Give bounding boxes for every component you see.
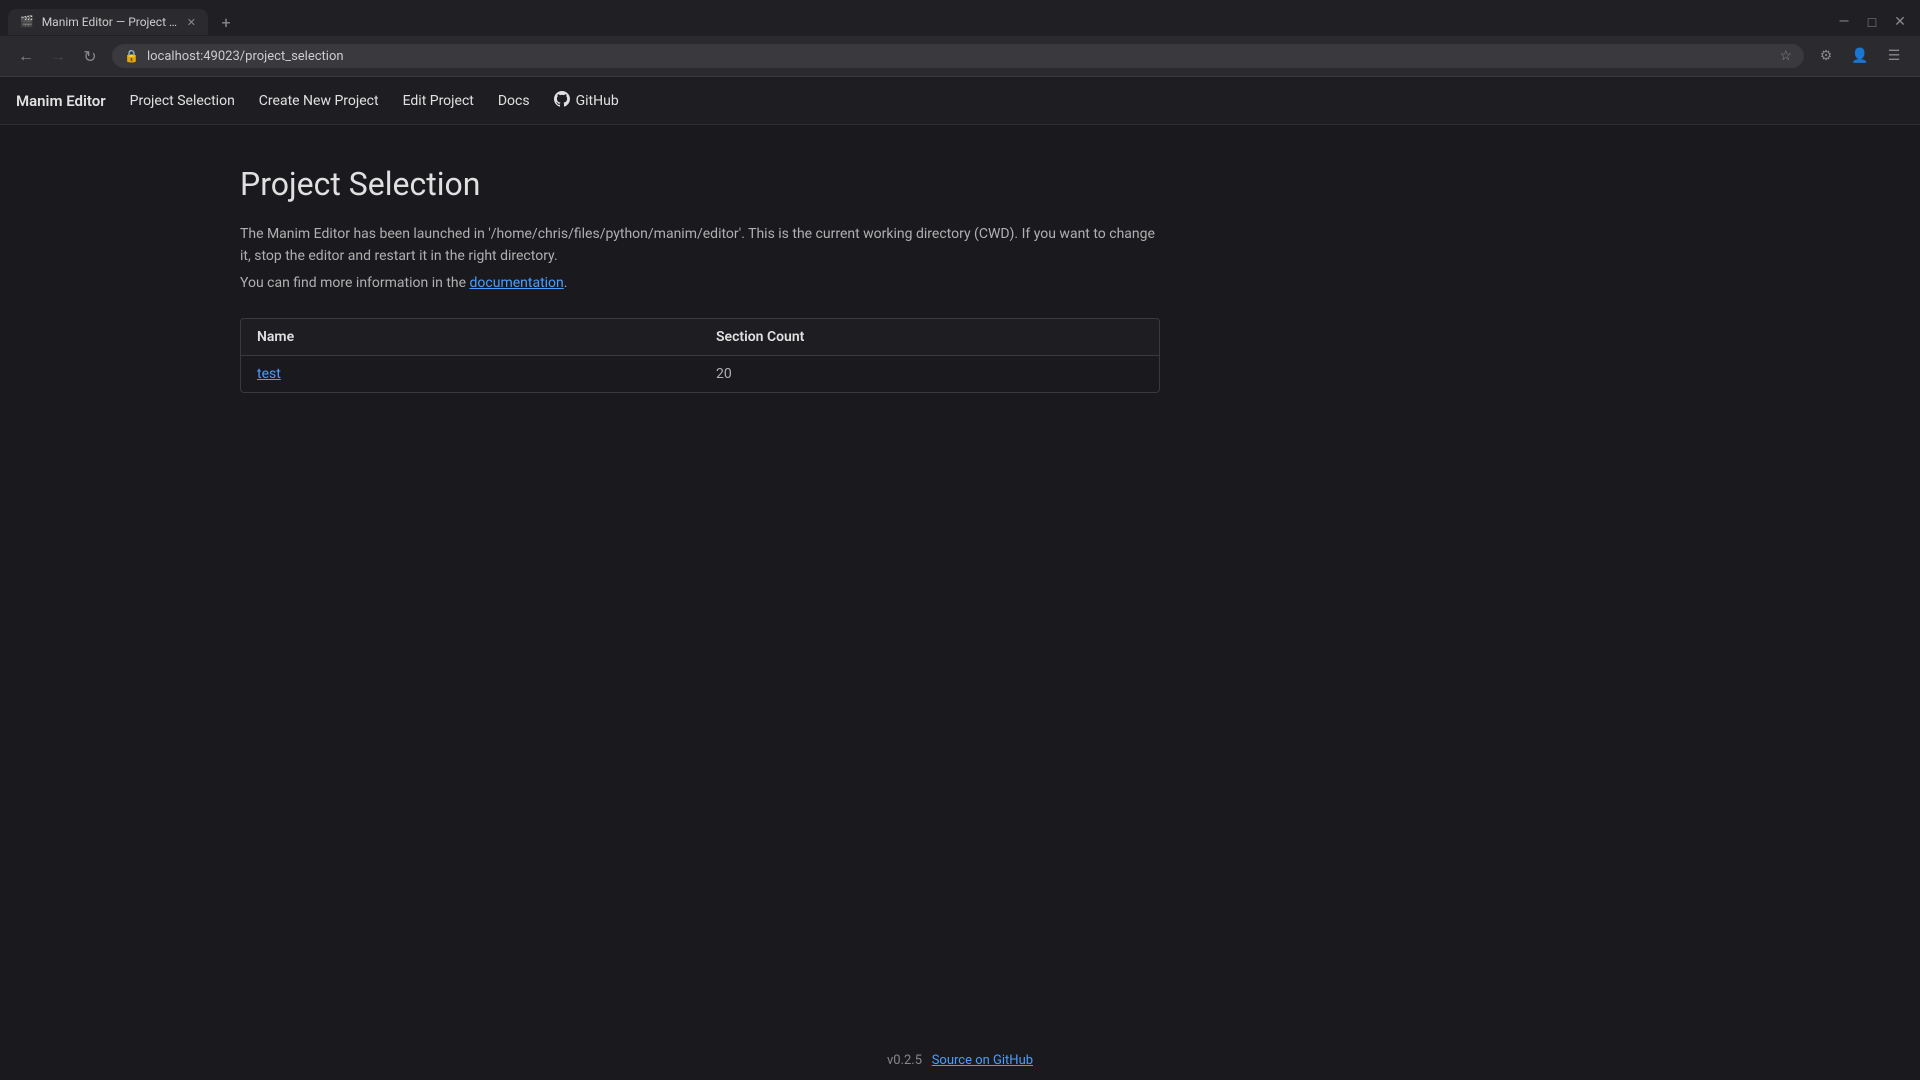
browser-actions: ⚙ 👤 ☰	[1812, 42, 1908, 70]
url-text: localhost:49023/project_selection	[147, 49, 344, 64]
security-icon: 🔒	[124, 49, 139, 63]
address-bar[interactable]: 🔒 localhost:49023/project_selection ☆	[112, 44, 1804, 68]
browser-tab[interactable]: 🎬 Manim Editor — Project S... ✕	[8, 9, 208, 35]
description-line2-text: You can find more information in the	[240, 275, 470, 291]
github-icon	[554, 91, 570, 111]
table-header-row: Name Section Count	[241, 319, 1159, 356]
main-content: Project Selection The Manim Editor has b…	[0, 125, 1400, 433]
table-header: Name Section Count	[241, 319, 1159, 356]
browser-chrome: 🎬 Manim Editor — Project S... ✕ + — □ ✕ …	[0, 0, 1920, 77]
tab-bar: 🎬 Manim Editor — Project S... ✕ + — □ ✕	[0, 0, 1920, 36]
description-suffix: .	[564, 275, 568, 291]
projects-table: Name Section Count test 20	[241, 319, 1159, 392]
nav-project-selection[interactable]: Project Selection	[130, 93, 235, 109]
window-minimize-button[interactable]: —	[1832, 10, 1856, 34]
address-bar-row: ← → ↻ 🔒 localhost:49023/project_selectio…	[0, 36, 1920, 76]
window-controls: — □ ✕	[1832, 10, 1912, 34]
nav-buttons: ← → ↻	[12, 42, 104, 70]
app-navbar: Manim Editor Project Selection Create Ne…	[0, 77, 1920, 125]
table-cell-section-count: 20	[700, 356, 1159, 393]
reload-button[interactable]: ↻	[76, 42, 104, 70]
tab-favicon: 🎬	[20, 15, 34, 29]
description-line2: You can find more information in the doc…	[240, 272, 1160, 294]
menu-button[interactable]: ☰	[1880, 42, 1908, 70]
extensions-button[interactable]: ⚙	[1812, 42, 1840, 70]
app-brand: Manim Editor	[16, 92, 106, 110]
bookmark-icon[interactable]: ☆	[1779, 48, 1792, 64]
description-line1: The Manim Editor has been launched in '/…	[240, 223, 1160, 268]
profile-button[interactable]: 👤	[1846, 42, 1874, 70]
window-maximize-button[interactable]: □	[1860, 10, 1884, 34]
source-on-github-link[interactable]: Source on GitHub	[932, 1053, 1033, 1068]
projects-table-container: Name Section Count test 20	[240, 318, 1160, 393]
documentation-link[interactable]: documentation	[470, 275, 564, 291]
table-body: test 20	[241, 356, 1159, 393]
nav-edit-project[interactable]: Edit Project	[403, 93, 474, 109]
project-link-test[interactable]: test	[257, 366, 281, 382]
table-header-name: Name	[241, 319, 700, 356]
window-close-button[interactable]: ✕	[1888, 10, 1912, 34]
tab-title: Manim Editor — Project S...	[42, 15, 179, 29]
nav-github[interactable]: GitHub	[554, 91, 619, 111]
tab-close-button[interactable]: ✕	[187, 16, 196, 29]
nav-docs[interactable]: Docs	[498, 93, 530, 109]
table-cell-name: test	[241, 356, 700, 393]
version-text: v0.2.5	[887, 1053, 922, 1068]
page-title: Project Selection	[240, 165, 1160, 203]
footer: v0.2.5 Source on GitHub	[0, 1041, 1920, 1080]
table-header-section-count: Section Count	[700, 319, 1159, 356]
new-tab-button[interactable]: +	[212, 8, 240, 36]
back-button[interactable]: ←	[12, 42, 40, 70]
forward-button[interactable]: →	[44, 42, 72, 70]
nav-create-new-project[interactable]: Create New Project	[259, 93, 379, 109]
github-link-text: GitHub	[576, 93, 619, 109]
table-row: test 20	[241, 356, 1159, 393]
